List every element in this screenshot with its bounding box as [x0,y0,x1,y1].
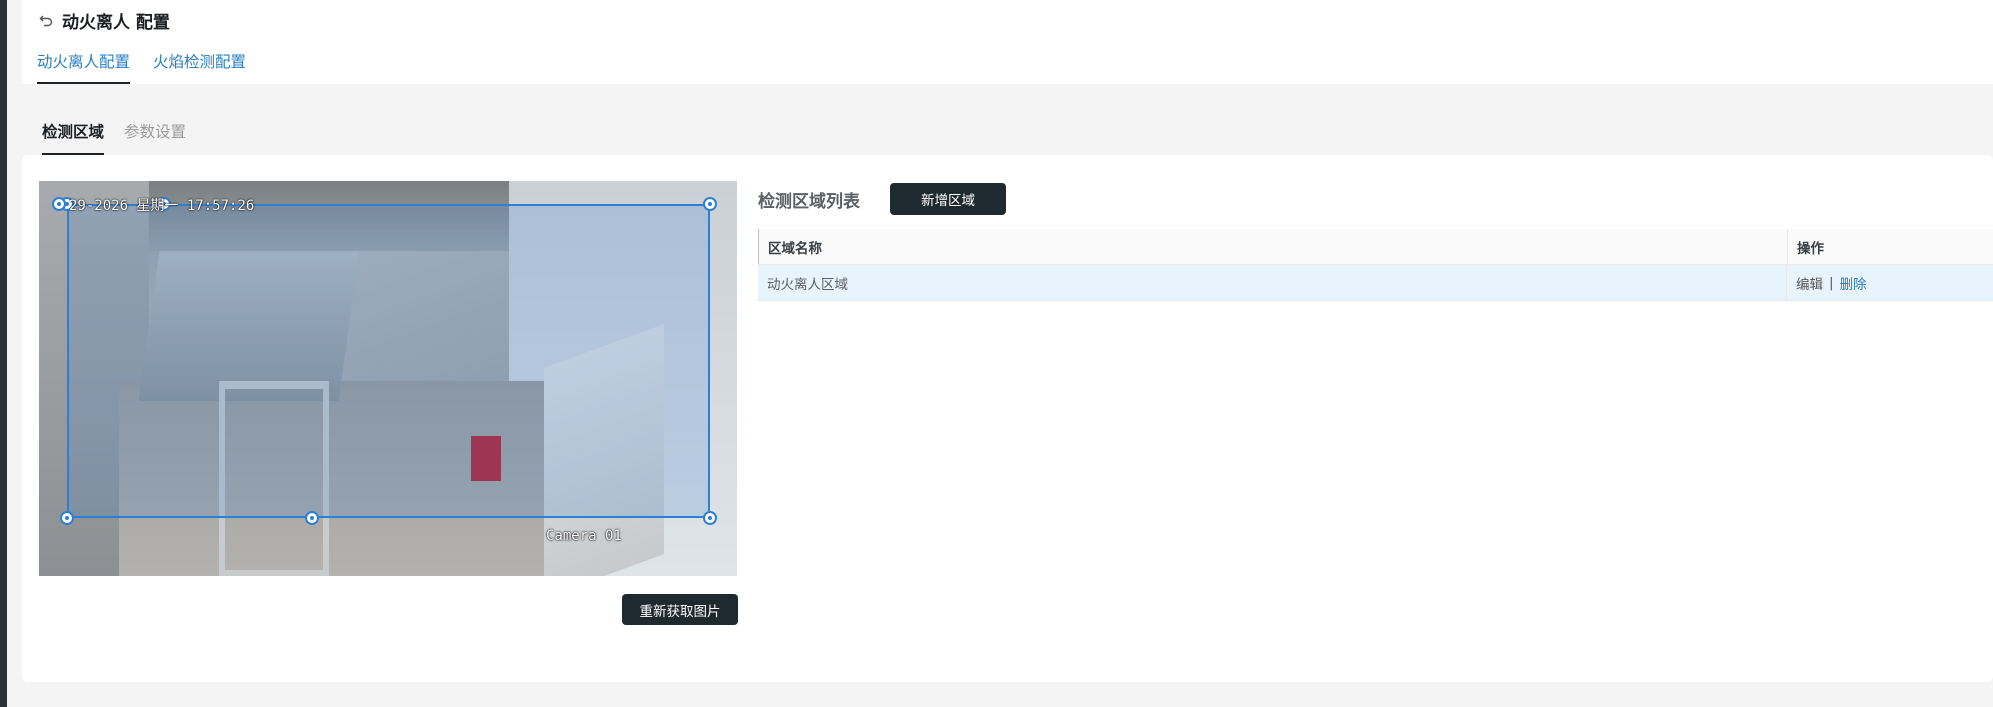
detection-region-polygon[interactable] [67,204,710,518]
add-region-button[interactable]: 新增区域 [890,183,1006,215]
region-list-header: 检测区域列表 新增区域 [758,183,1006,215]
edit-link[interactable]: 编辑 [1796,273,1823,293]
tab-flame-detection-config[interactable]: 火焰检测配置 [153,46,246,84]
operations-cell: 编辑 | 删除 [1787,265,1993,300]
roi-handle-top-right[interactable] [703,197,717,211]
column-header-operations: 操作 [1797,240,1824,257]
region-name-cell: 动火离人区域 [758,265,1787,300]
table-header: 区域名称 操作 [758,229,1993,265]
roi-handle-bottom-mid[interactable] [305,511,319,525]
page-header: 动火离人 配置 动火离人配置 火焰检测配置 [22,0,1993,84]
region-list-title: 检测区域列表 [758,191,860,212]
back-arrow-icon[interactable] [36,10,56,30]
sub-tabs: 检测区域 参数设置 [42,117,206,155]
roi-handle-corner[interactable] [52,197,66,211]
operation-separator: | [1829,274,1834,291]
content-card: 29-2026 星期一 17:57:26 Camera 01 重新获取图片 检测… [22,155,1993,682]
column-header-region-name: 区域名称 [759,229,1788,264]
page-title: 动火离人 配置 [62,12,170,33]
osd-camera-name: Camera 01 [546,528,622,544]
tab-detection-area[interactable]: 检测区域 [42,117,105,155]
title-row: 动火离人 配置 [36,8,170,33]
refresh-image-button[interactable]: 重新获取图片 [622,594,738,625]
top-tabs: 动火离人配置 火焰检测配置 [37,46,269,84]
left-edge-bar [0,0,7,707]
roi-handle-bottom-left[interactable] [60,511,74,525]
camera-snapshot[interactable]: 29-2026 星期一 17:57:26 Camera 01 [39,181,737,576]
tab-fire-leave-config[interactable]: 动火离人配置 [37,46,131,84]
roi-handle-bottom-right[interactable] [703,511,717,525]
table-row[interactable]: 动火离人区域 编辑 | 删除 [758,265,1993,301]
region-table: 区域名称 操作 动火离人区域 编辑 | 删除 [758,229,1993,301]
delete-link[interactable]: 删除 [1840,273,1867,293]
tab-parameter-settings[interactable]: 参数设置 [124,117,186,155]
osd-datetime: 29-2026 星期一 17:57:26 [69,198,255,214]
